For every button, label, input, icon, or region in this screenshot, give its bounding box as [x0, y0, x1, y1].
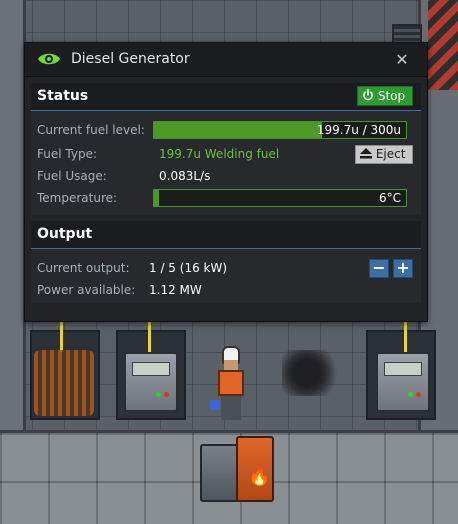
status-light	[408, 392, 413, 397]
fuel-type-value: 199.7u Welding fuel	[159, 147, 280, 161]
eject-button-label: Eject	[375, 147, 406, 161]
fuel-level-text: 199.7u / 300u	[316, 123, 401, 137]
temperature-bar: 6°C	[153, 189, 407, 207]
power-cable	[148, 322, 151, 352]
diesel-generator-window: Diesel Generator ✕ Status Stop Current f…	[24, 42, 428, 322]
eject-button[interactable]: Eject	[355, 145, 413, 164]
stop-button[interactable]: Stop	[357, 86, 413, 106]
power-available-value: 1.12 MW	[149, 283, 202, 297]
power-cable	[60, 322, 63, 352]
temperature-fill	[154, 190, 160, 206]
fuel-level-bar: 199.7u / 300u	[153, 121, 407, 139]
close-icon: ✕	[395, 50, 409, 69]
fuel-type-label: Fuel Type:	[37, 147, 97, 161]
eye-icon	[38, 53, 60, 65]
power-cable	[404, 322, 407, 352]
eject-icon	[360, 148, 372, 159]
stop-button-label: Stop	[377, 89, 406, 103]
scorch-debris	[282, 350, 344, 396]
current-output-value: 1 / 5 (16 kW)	[149, 261, 228, 275]
current-output-label: Current output:	[37, 261, 130, 275]
temperature-label: Temperature:	[37, 191, 118, 205]
status-section: Status Stop Current fuel level: 199.7u /…	[31, 83, 421, 215]
decrease-output-button[interactable]: −	[369, 259, 389, 278]
close-button[interactable]: ✕	[391, 49, 413, 71]
station-wall-left	[0, 0, 26, 430]
output-stepper: − +	[369, 259, 415, 279]
output-section: Output Current output: 1 / 5 (16 kW) − +…	[31, 221, 421, 303]
power-available-label: Power available:	[37, 283, 136, 297]
console-screen	[132, 362, 170, 376]
fuel-usage-value: 0.083L/s	[159, 169, 211, 183]
console-screen	[384, 362, 422, 376]
fuel-usage-label: Fuel Usage:	[37, 169, 107, 183]
window-titlebar[interactable]: Diesel Generator ✕	[25, 43, 427, 77]
power-icon	[363, 89, 373, 101]
status-light	[416, 392, 421, 397]
hazard-vest	[218, 370, 244, 396]
increase-output-button[interactable]: +	[393, 259, 413, 278]
power-console[interactable]	[124, 352, 178, 412]
fire-icon: 🔥	[248, 466, 271, 487]
temperature-text: 6°C	[378, 191, 401, 205]
crew-face	[224, 360, 238, 370]
hazard-stripes	[428, 0, 458, 90]
status-section-header: Status Stop	[31, 83, 421, 111]
generator-body	[200, 444, 240, 502]
fuel-level-fill	[154, 122, 322, 138]
bucket-item	[210, 400, 220, 410]
pipe-machinery[interactable]	[34, 350, 94, 416]
status-heading: Status	[37, 88, 89, 104]
diesel-generator-machine[interactable]: 🔥	[200, 436, 278, 506]
status-light	[156, 392, 161, 397]
output-heading: Output	[37, 226, 93, 242]
window-title: Diesel Generator	[71, 51, 190, 67]
status-light	[164, 392, 169, 397]
crew-member-engineer[interactable]	[210, 346, 250, 422]
power-console[interactable]	[376, 352, 430, 412]
output-section-header: Output	[31, 221, 421, 249]
fuel-level-label: Current fuel level:	[37, 123, 145, 137]
crew-legs	[221, 396, 241, 420]
